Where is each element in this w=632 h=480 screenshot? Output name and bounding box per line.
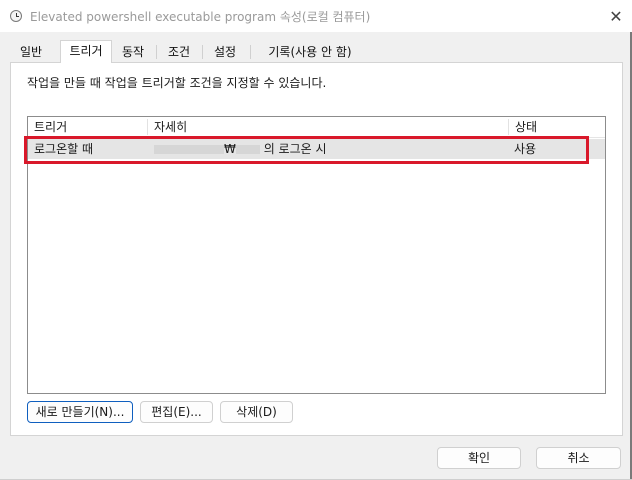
edit-trigger-button[interactable]: 편집(E)... [140, 401, 213, 423]
tab-triggers[interactable]: 트리거 [60, 40, 112, 63]
table-header: 트리거 자세히 상태 [28, 117, 605, 138]
triggers-table[interactable]: 트리거 자세히 상태 로그온할 때 ₩ 의 로그온 시 사용 [27, 116, 606, 394]
delete-trigger-button[interactable]: 삭제(D) [220, 401, 293, 423]
tab-general[interactable]: 일반 [10, 42, 52, 61]
tab-separator [250, 45, 251, 59]
tab-separator [156, 45, 157, 59]
tab-separator [202, 45, 203, 59]
redacted-text [235, 145, 260, 154]
column-header-status[interactable]: 상태 [509, 117, 605, 137]
triggers-description: 작업을 만들 때 작업을 트리거할 조건을 지정할 수 있습니다. [27, 76, 327, 90]
ok-button[interactable]: 확인 [437, 447, 521, 469]
tab-actions[interactable]: 동작 [112, 42, 154, 61]
table-row[interactable]: 로그온할 때 ₩ 의 로그온 시 사용 [28, 139, 605, 159]
column-header-details[interactable]: 자세히 [148, 117, 508, 137]
trigger-cell: 로그온할 때 [34, 142, 94, 156]
new-trigger-button[interactable]: 새로 만들기(N)... [27, 401, 133, 423]
status-cell: 사용 [514, 142, 537, 156]
close-button[interactable]: ✕ [600, 0, 632, 32]
column-header-trigger[interactable]: 트리거 [28, 117, 147, 137]
close-icon: ✕ [609, 6, 623, 26]
tab-history[interactable]: 기록(사용 안 함) [254, 42, 366, 61]
title-bar: Elevated powershell executable program 속… [0, 0, 632, 32]
tab-settings[interactable]: 설정 [204, 42, 246, 61]
redacted-text [154, 145, 224, 154]
details-cell: ₩ 의 로그온 시 [148, 139, 508, 159]
details-separator: ₩ [224, 142, 236, 156]
details-text: 의 로그온 시 [263, 142, 327, 156]
triggers-panel: 작업을 만들 때 작업을 트리거할 조건을 지정할 수 있습니다. 트리거 자세… [10, 62, 623, 436]
tab-conditions[interactable]: 조건 [158, 42, 200, 61]
tab-strip: 일반 트리거 동작 조건 설정 기록(사용 안 함) [10, 40, 622, 63]
window-title: Elevated powershell executable program 속… [30, 10, 371, 24]
task-scheduler-clock-icon [10, 10, 22, 22]
cancel-button[interactable]: 취소 [536, 447, 621, 469]
